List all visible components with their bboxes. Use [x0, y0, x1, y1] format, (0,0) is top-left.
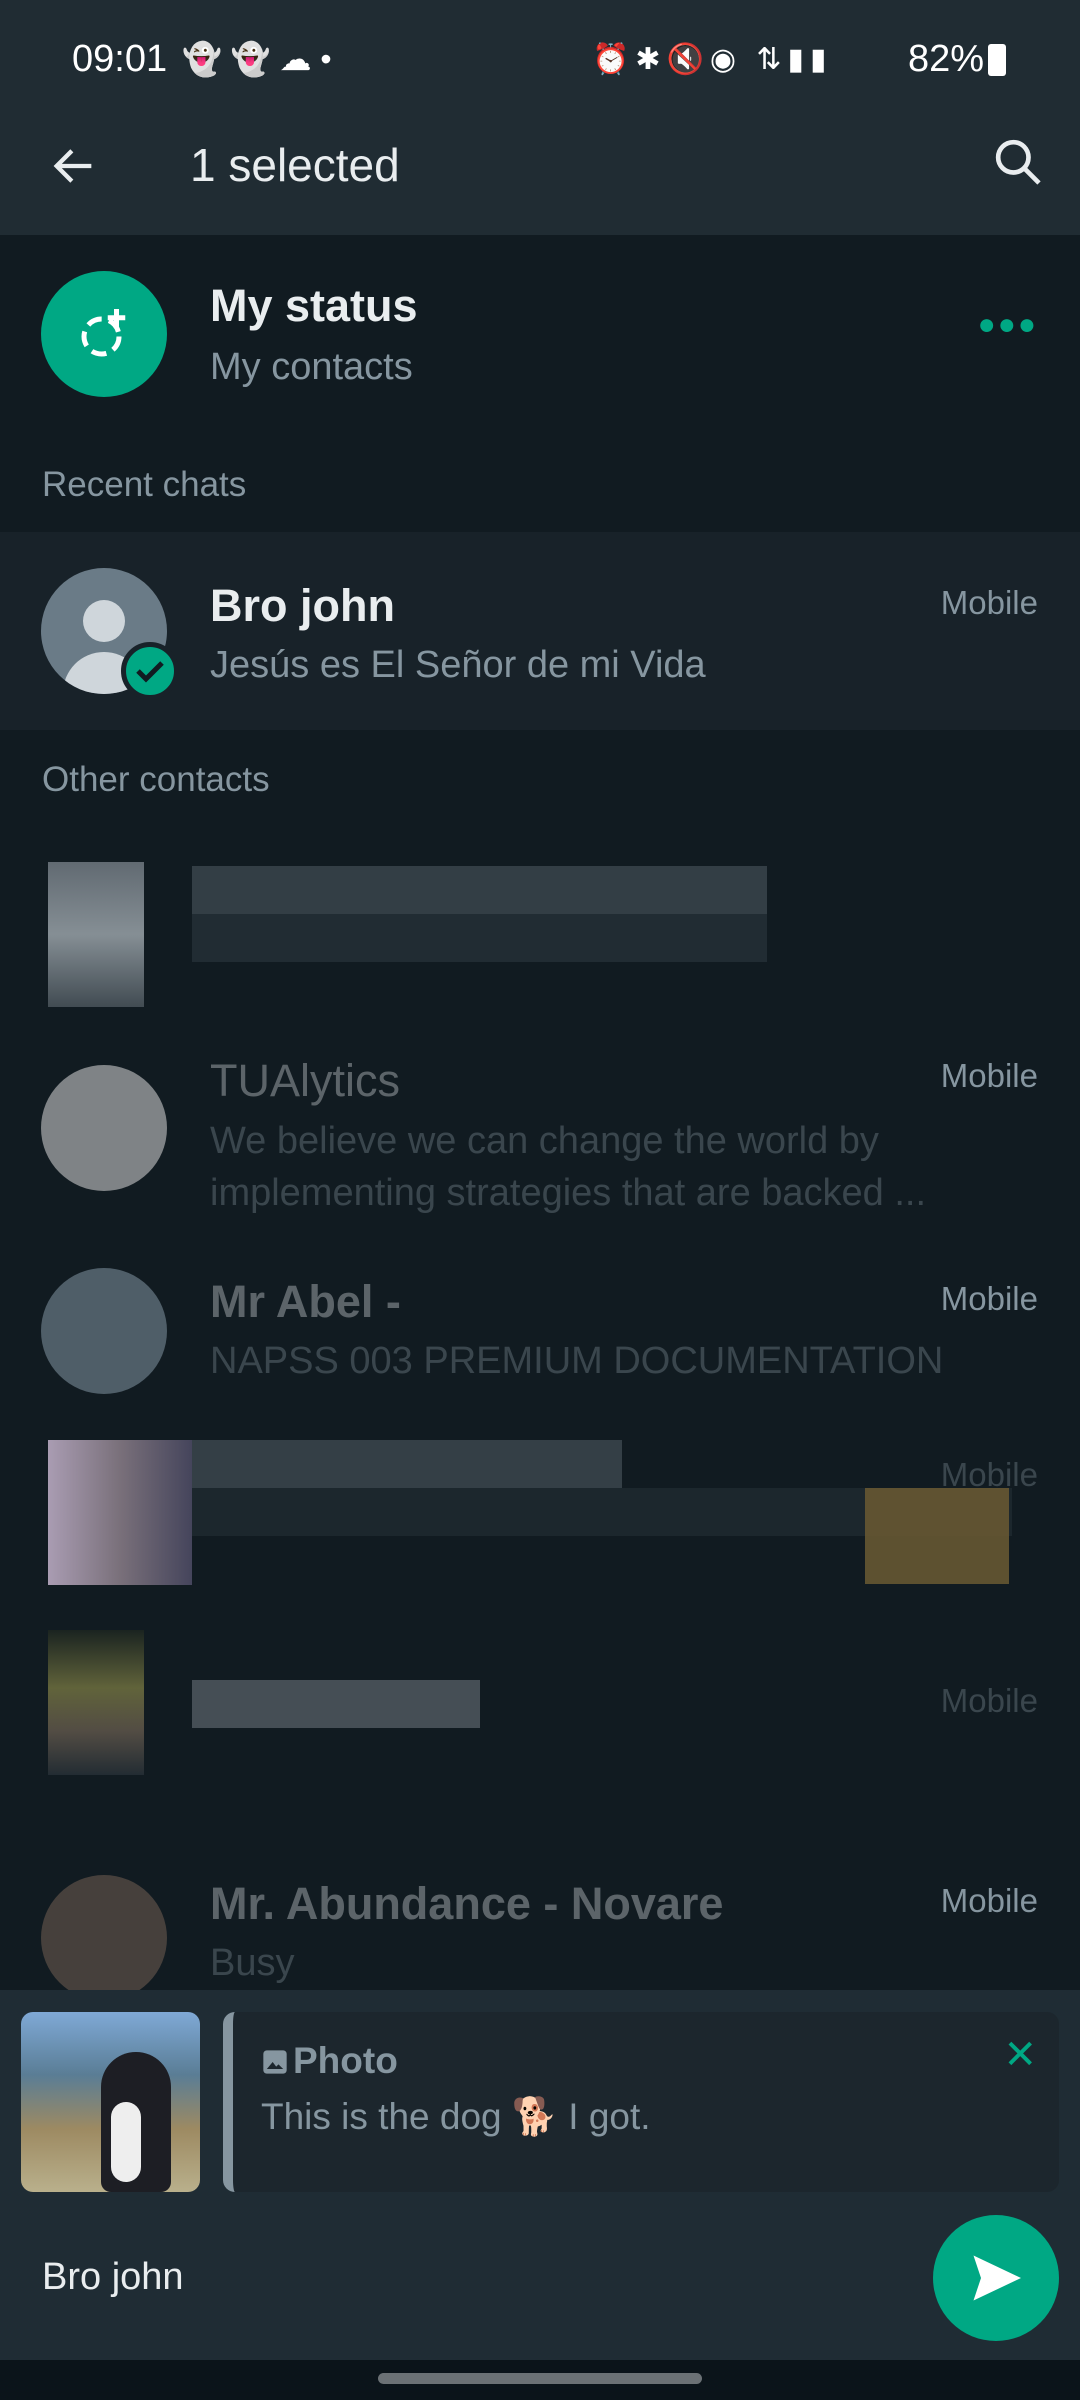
- pixelated-avatar: [48, 862, 144, 1007]
- search-icon[interactable]: [990, 134, 1046, 190]
- pixelated-avatar: [48, 1630, 144, 1775]
- recipients-list: Bro john: [42, 2256, 184, 2298]
- navigation-bar: [0, 2360, 1080, 2400]
- contact-name: Mr Abel -: [210, 1276, 401, 1327]
- send-icon: [973, 2255, 1021, 2301]
- avatar: [41, 1875, 167, 2001]
- my-status-subtitle: My contacts: [210, 346, 413, 388]
- contact-name: Mr. Abundance - Novare: [210, 1878, 724, 1929]
- recent-chats-label: Recent chats: [42, 465, 247, 504]
- contact-status: Jesús es El Señor de mi Vida: [210, 644, 706, 686]
- contact-label: Mobile: [940, 1280, 1038, 1317]
- send-button[interactable]: [933, 2215, 1059, 2341]
- clock: 09:01: [72, 38, 168, 80]
- close-icon[interactable]: ✕: [1003, 2032, 1037, 2078]
- my-status-row[interactable]: My status My contacts ●●●: [0, 250, 1080, 415]
- pixelated-emoji: [865, 1488, 1009, 1584]
- notification-icons: 👻 👻 ☁ •: [182, 41, 332, 77]
- app-bar: [0, 120, 1080, 235]
- contact-status: Busy: [210, 1942, 295, 1984]
- pixelated-name: [192, 1440, 622, 1488]
- photo-icon: [263, 2050, 287, 2074]
- avatar: [41, 1268, 167, 1394]
- contact-label: Mobile: [940, 1682, 1038, 1719]
- pixelated-name: [192, 866, 767, 914]
- contact-row[interactable]: Mr. Abundance - Novare Busy Mobile: [0, 1870, 1080, 2001]
- contact-label: Mobile: [940, 1882, 1038, 1919]
- selected-check-icon: [121, 642, 179, 700]
- home-gesture-handle[interactable]: [378, 2373, 702, 2384]
- contact-name: TUAlytics: [210, 1055, 400, 1106]
- contact-label: Mobile: [940, 1456, 1038, 1493]
- contact-row-obscured[interactable]: [0, 862, 1080, 1007]
- contact-row[interactable]: Mr Abel - NAPSS 003 PREMIUM DOCUMENTATIO…: [0, 1268, 1080, 1398]
- reply-preview: Photo This is the dog 🐕 I got. ✕: [223, 2012, 1059, 2192]
- photo-thumbnail: [21, 2012, 200, 2192]
- pixelated-avatar: [48, 1440, 192, 1585]
- contact-row-obscured[interactable]: Mobile: [0, 1630, 1080, 1780]
- share-panel: Photo This is the dog 🐕 I got. ✕ Bro joh…: [0, 1990, 1080, 2360]
- contact-name: Bro john: [210, 580, 395, 631]
- pixelated-name: [192, 1680, 480, 1728]
- contact-row-selected[interactable]: Bro john Jesús es El Señor de mi Vida Mo…: [0, 532, 1080, 730]
- contact-status: NAPSS 003 PREMIUM DOCUMENTATION: [210, 1340, 944, 1382]
- page-title: 1 selected: [190, 139, 400, 191]
- battery-icon: [988, 44, 1006, 76]
- pixelated-status: [192, 914, 767, 962]
- reply-caption: This is the dog 🐕 I got.: [261, 2096, 651, 2137]
- add-status-icon: [41, 271, 167, 397]
- contact-label: Mobile: [940, 1057, 1038, 1094]
- reply-type: Photo: [293, 2040, 398, 2081]
- contact-status: We believe we can change the world by im…: [210, 1120, 927, 1214]
- back-arrow-icon[interactable]: [48, 140, 100, 192]
- contact-row[interactable]: TUAlytics We believe we can change the w…: [0, 1055, 1080, 1214]
- status-bar: 09:01 👻 👻 ☁ • ⏰✱🔇◉ ⇅▮▮ 82%: [0, 0, 1080, 120]
- my-status-title: My status: [210, 280, 418, 331]
- more-options-icon[interactable]: ●●●: [978, 308, 1038, 342]
- avatar: [41, 1065, 167, 1191]
- battery-level: 82%: [908, 38, 985, 80]
- contact-label: Mobile: [940, 584, 1038, 621]
- contact-row-obscured[interactable]: Mobile: [0, 1440, 1080, 1630]
- other-contacts-label: Other contacts: [42, 760, 270, 799]
- system-icons: ⏰✱🔇◉ ⇅▮▮: [592, 43, 833, 76]
